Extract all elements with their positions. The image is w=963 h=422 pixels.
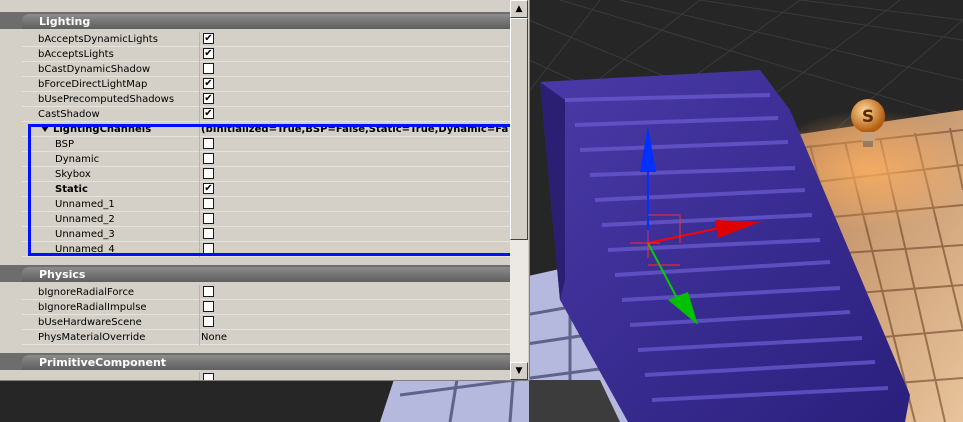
property-name: bUsePrecomputedShadows bbox=[38, 94, 175, 105]
checkbox[interactable]: ✔ bbox=[203, 78, 214, 89]
property-name: Unnamed_4 bbox=[55, 244, 115, 255]
category-primitivecomponent[interactable]: PrimitiveComponent bbox=[0, 353, 510, 370]
checkbox[interactable] bbox=[203, 153, 214, 164]
checkbox[interactable] bbox=[203, 316, 214, 327]
property-name: Unnamed_1 bbox=[55, 199, 115, 210]
checkbox[interactable] bbox=[203, 228, 214, 239]
property-row-static[interactable]: Static ✔ bbox=[0, 182, 510, 197]
property-row-unnamed-4[interactable]: Unnamed_4 bbox=[0, 242, 510, 257]
property-row-bignoreradialforce[interactable]: bIgnoreRadialForce bbox=[0, 285, 510, 300]
expand-arrow-icon[interactable] bbox=[41, 126, 49, 132]
property-value[interactable]: None bbox=[201, 331, 227, 344]
category-physics-label: Physics bbox=[22, 267, 510, 282]
property-row-bacceptsdynamiclights[interactable]: bAcceptsDynamicLights ✔ bbox=[0, 32, 510, 47]
checkbox[interactable]: ✔ bbox=[203, 48, 214, 59]
property-name: Unnamed_3 bbox=[55, 229, 115, 240]
svg-text:S: S bbox=[862, 107, 874, 127]
property-row-bsp[interactable]: BSP bbox=[0, 137, 510, 152]
category-physics[interactable]: Physics bbox=[0, 265, 510, 282]
property-name: bUseHardwareScene bbox=[38, 317, 142, 328]
property-name: CastShadow bbox=[38, 109, 100, 120]
property-name: PhysMaterialOverride bbox=[38, 332, 146, 343]
scrollbar-thumb[interactable] bbox=[510, 18, 528, 240]
property-name: Dynamic bbox=[55, 154, 100, 165]
property-row-buseprecomputedshadows[interactable]: bUsePrecomputedShadows ✔ bbox=[0, 92, 510, 107]
scroll-up-button[interactable]: ▲ bbox=[510, 0, 528, 18]
checkbox[interactable] bbox=[203, 168, 214, 179]
category-lighting-label: Lighting bbox=[22, 14, 510, 29]
checkbox[interactable] bbox=[203, 63, 214, 74]
property-row-bcastdynamicshadow[interactable]: bCastDynamicShadow bbox=[0, 62, 510, 77]
property-name: bIgnoreRadialImpulse bbox=[38, 302, 147, 313]
checkbox[interactable]: ✔ bbox=[203, 93, 214, 104]
property-name: bForceDirectLightMap bbox=[38, 79, 148, 90]
property-name: LightingChannels bbox=[53, 124, 152, 135]
property-row-dynamic[interactable]: Dynamic bbox=[0, 152, 510, 167]
scroll-down-button[interactable]: ▼ bbox=[510, 362, 528, 380]
checkbox[interactable]: ✔ bbox=[203, 108, 214, 119]
property-name: Static bbox=[55, 184, 88, 195]
property-row-unnamed-1[interactable]: Unnamed_1 bbox=[0, 197, 510, 212]
checkbox[interactable] bbox=[203, 213, 214, 224]
property-row-skybox[interactable]: Skybox bbox=[0, 167, 510, 182]
property-name: bCastDynamicShadow bbox=[38, 64, 151, 75]
property-row-busehardwarescene[interactable]: bUseHardwareScene bbox=[0, 315, 510, 330]
checkbox[interactable] bbox=[203, 373, 214, 380]
checkbox[interactable]: ✔ bbox=[203, 183, 214, 194]
property-row-bacceptslights[interactable]: bAcceptsLights ✔ bbox=[0, 47, 510, 62]
vertical-scrollbar[interactable]: ▲ ▼ bbox=[510, 0, 528, 380]
category-primitivecomponent-label: PrimitiveComponent bbox=[22, 355, 510, 370]
property-row-unnamed-3[interactable]: Unnamed_3 bbox=[0, 227, 510, 242]
property-name: Skybox bbox=[55, 169, 91, 180]
property-name: bIgnoreRadialForce bbox=[38, 287, 135, 298]
checkbox[interactable]: ✔ bbox=[203, 33, 214, 44]
property-panel: Lighting bAcceptsDynamicLights ✔ bAccept… bbox=[0, 0, 530, 381]
checkbox[interactable] bbox=[203, 243, 214, 254]
property-row-bignoreradialimpulse[interactable]: bIgnoreRadialImpulse bbox=[0, 300, 510, 315]
property-name: bAcceptsLights bbox=[38, 49, 114, 60]
property-row-unnamed-2[interactable]: Unnamed_2 bbox=[0, 212, 510, 227]
property-name: Unnamed_2 bbox=[55, 214, 115, 225]
checkbox[interactable] bbox=[203, 286, 214, 297]
property-name: bAcceptsDynamicLights bbox=[38, 34, 158, 45]
property-row-lightingchannels[interactable]: LightingChannels (bInitialized=True,BSP=… bbox=[0, 122, 510, 137]
property-row-partial[interactable] bbox=[0, 372, 510, 380]
property-row-castshadow[interactable]: CastShadow ✔ bbox=[0, 107, 510, 122]
property-row-bforcedirectlightmap[interactable]: bForceDirectLightMap ✔ bbox=[0, 77, 510, 92]
category-lighting[interactable]: Lighting bbox=[0, 12, 510, 29]
checkbox[interactable] bbox=[203, 198, 214, 209]
property-name: BSP bbox=[55, 139, 75, 150]
checkbox[interactable] bbox=[203, 301, 214, 312]
property-value[interactable]: (bInitialized=True,BSP=False,Static=True… bbox=[201, 123, 508, 136]
checkbox[interactable] bbox=[203, 138, 214, 149]
property-row-physmaterialoverride[interactable]: PhysMaterialOverride None bbox=[0, 330, 510, 345]
